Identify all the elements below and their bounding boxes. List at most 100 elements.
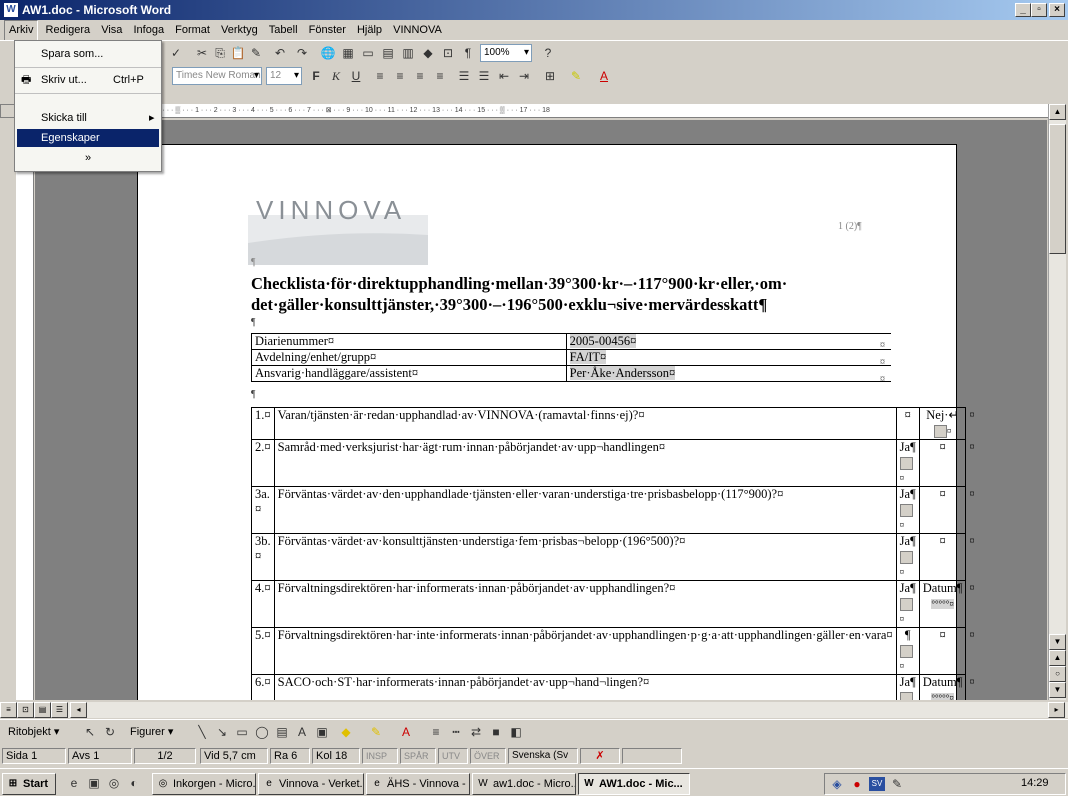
line-style-icon[interactable]: ≡ — [428, 724, 444, 740]
menu-item-skriv-ut[interactable]: 🖶 Skriv ut... Ctrl+P — [17, 69, 159, 91]
next-page-button[interactable]: ▼ — [1049, 682, 1066, 698]
line-icon[interactable]: ╲ — [194, 724, 210, 740]
question-cell[interactable]: Förväntas·värdet·av·den·upphandlade·tjän… — [273, 486, 897, 534]
outlook-quicklaunch-icon[interactable]: ◎ — [106, 775, 122, 791]
answer-yes-cell[interactable]: Ja¶¤ — [895, 674, 920, 700]
arrow-icon[interactable]: ↘ — [214, 724, 230, 740]
answer-no-cell[interactable]: ¤ — [918, 627, 967, 675]
menu-expand-chevron[interactable]: » — [17, 147, 159, 169]
date-field[interactable]: °°°°°¤ — [931, 693, 954, 700]
shadow-icon[interactable]: ■ — [488, 724, 504, 740]
decrease-indent-icon[interactable]: ⇤ — [496, 68, 512, 84]
answer-no-cell[interactable]: Datum¶ °°°°°¤ — [918, 580, 967, 628]
close-button[interactable]: × — [1049, 3, 1065, 17]
scroll-down-button[interactable]: ▼ — [1049, 634, 1066, 650]
menu-item-spara-som[interactable]: Spara som... — [17, 43, 159, 65]
info-value[interactable]: 2005-00456¤ — [569, 334, 637, 348]
menu-verktyg[interactable]: Verktyg — [217, 21, 262, 40]
font-size-select[interactable]: 12 — [266, 67, 302, 85]
menu-item-skicka-till[interactable]: Skicka till ▸ — [17, 107, 159, 129]
document-map-icon[interactable]: ⊡ — [440, 45, 456, 61]
row-number-cell[interactable]: 3b.¤ — [251, 533, 275, 581]
justify-icon[interactable]: ≡ — [432, 68, 448, 84]
language-tray-icon[interactable]: SV — [869, 777, 885, 791]
underline-button[interactable]: U — [348, 68, 364, 84]
answer-no-cell[interactable]: ¤ — [918, 533, 967, 581]
menu-fonster[interactable]: Fönster — [305, 21, 350, 40]
horizontal-ruler[interactable]: 2 · · · 1 · · · ▒ · · · 1 · · · 2 · · · … — [138, 104, 1048, 118]
task-inkorgen[interactable]: ◎ Inkorgen - Micro... — [152, 773, 256, 795]
answer-yes-cell[interactable]: Ja¶¤ — [895, 439, 920, 487]
checkbox[interactable] — [899, 691, 913, 700]
menu-arkiv[interactable]: Arkiv — [4, 20, 39, 41]
row-number-cell[interactable]: 1.¤ — [251, 407, 275, 440]
border-icon[interactable]: ⊞ — [542, 68, 558, 84]
shield-tray-icon[interactable]: ◈ — [829, 776, 845, 792]
checkbox[interactable] — [899, 503, 913, 517]
paste-icon[interactable]: 📋 — [230, 45, 246, 61]
scroll-left-button[interactable]: ◂ — [70, 702, 87, 718]
info-value[interactable]: Per·Åke·Andersson¤ — [569, 366, 676, 380]
show-hide-icon[interactable]: ¶ — [460, 45, 476, 61]
answer-yes-cell[interactable]: Ja¶¤ — [895, 580, 920, 628]
start-button[interactable]: ⊞ Start — [2, 773, 56, 795]
question-cell[interactable]: Förvaltningsdirektören·har·informerats·i… — [273, 580, 897, 628]
task-ahs-vinnova[interactable]: e ÄHS - Vinnova - ... — [366, 773, 470, 795]
bold-button[interactable]: F — [308, 68, 324, 84]
status-utv[interactable]: UTV — [438, 748, 468, 764]
increase-indent-icon[interactable]: ⇥ — [516, 68, 532, 84]
answer-no-cell[interactable]: ¤ — [918, 486, 967, 534]
outline-view-button[interactable]: ☰ — [51, 702, 68, 718]
row-number-cell[interactable]: 6.¤ — [251, 674, 275, 700]
horizontal-scrollbar[interactable]: ≡ ⊡ ▤ ☰ ◂ ▸ — [0, 702, 1068, 718]
drawing-icon[interactable]: ◆ — [420, 45, 436, 61]
menu-vinnova[interactable]: VINNOVA — [389, 21, 446, 40]
menu-format[interactable]: Format — [171, 21, 214, 40]
minimize-button[interactable]: _ — [1015, 3, 1031, 17]
menu-item-egenskaper[interactable]: Egenskaper — [17, 129, 159, 147]
question-cell[interactable]: Varan/tjänsten·är·redan·upphandlad·av·VI… — [273, 407, 897, 440]
maximize-button[interactable]: ▫ — [1031, 3, 1047, 17]
align-left-icon[interactable]: ≡ — [372, 68, 388, 84]
menu-visa[interactable]: Visa — [97, 21, 126, 40]
wordart-icon[interactable]: A — [294, 724, 310, 740]
task-aw1-doc-lower[interactable]: Waw1.doc - Micro... — [472, 773, 576, 795]
copy-icon[interactable]: ⎘ — [212, 45, 228, 61]
arrow-style-icon[interactable]: ⇄ — [468, 724, 484, 740]
status-insp[interactable]: INSP — [362, 748, 398, 764]
explorer-quicklaunch-icon[interactable]: ◐ — [126, 775, 142, 791]
hyperlink-icon[interactable]: 🌐 — [320, 45, 336, 61]
menu-hjalp[interactable]: Hjälp — [353, 21, 386, 40]
document-page[interactable]: VINNOVA 1 (2)¶ ¶ Checklista·för·direktup… — [137, 144, 974, 700]
answer-no-cell[interactable]: Nej·↵ ¤ — [918, 407, 967, 440]
ritobjekt-menu[interactable]: Ritobjekt ▾ — [8, 725, 59, 738]
spelling-status-icon[interactable]: ✗ — [580, 748, 620, 764]
checkbox[interactable] — [899, 550, 913, 564]
checkbox[interactable] — [899, 456, 913, 470]
normal-view-button[interactable]: ≡ — [0, 702, 17, 718]
tables-borders-icon[interactable]: ▦ — [340, 45, 356, 61]
answer-yes-cell[interactable]: Ja¶¤ — [895, 533, 920, 581]
bullets-icon[interactable]: ☰ — [476, 68, 492, 84]
highlight-icon[interactable]: ✎ — [568, 68, 584, 84]
word-doc-icon[interactable]: W — [4, 3, 18, 17]
fill-color-icon[interactable]: ◆ — [338, 724, 354, 740]
italic-button[interactable]: K — [328, 68, 344, 84]
align-center-icon[interactable]: ≡ — [392, 68, 408, 84]
select-objects-icon[interactable]: ↖ — [82, 724, 98, 740]
menu-tabell[interactable]: Tabell — [265, 21, 302, 40]
line-color-icon[interactable]: ✎ — [368, 724, 384, 740]
antivirus-tray-icon[interactable]: ● — [849, 776, 865, 792]
clipart-icon[interactable]: ▣ — [314, 724, 330, 740]
answer-yes-cell[interactable]: ¶ ¤ — [895, 627, 920, 675]
ie-quicklaunch-icon[interactable]: e — [66, 775, 82, 791]
oval-icon[interactable]: ◯ — [254, 724, 270, 740]
cut-icon[interactable]: ✂ — [194, 45, 210, 61]
question-cell[interactable]: SACO·och·ST·har·informerats·innan·påbörj… — [273, 674, 897, 700]
question-cell[interactable]: Förväntas·värdet·av·konsulttjänsten·unde… — [273, 533, 897, 581]
drawing-font-color-icon[interactable]: A — [398, 724, 414, 740]
row-number-cell[interactable]: 2.¤ — [251, 439, 275, 487]
answer-yes-cell[interactable]: ¤ — [895, 407, 920, 440]
clock[interactable]: 14:29 — [1021, 777, 1049, 789]
menu-redigera[interactable]: Redigera — [42, 21, 95, 40]
